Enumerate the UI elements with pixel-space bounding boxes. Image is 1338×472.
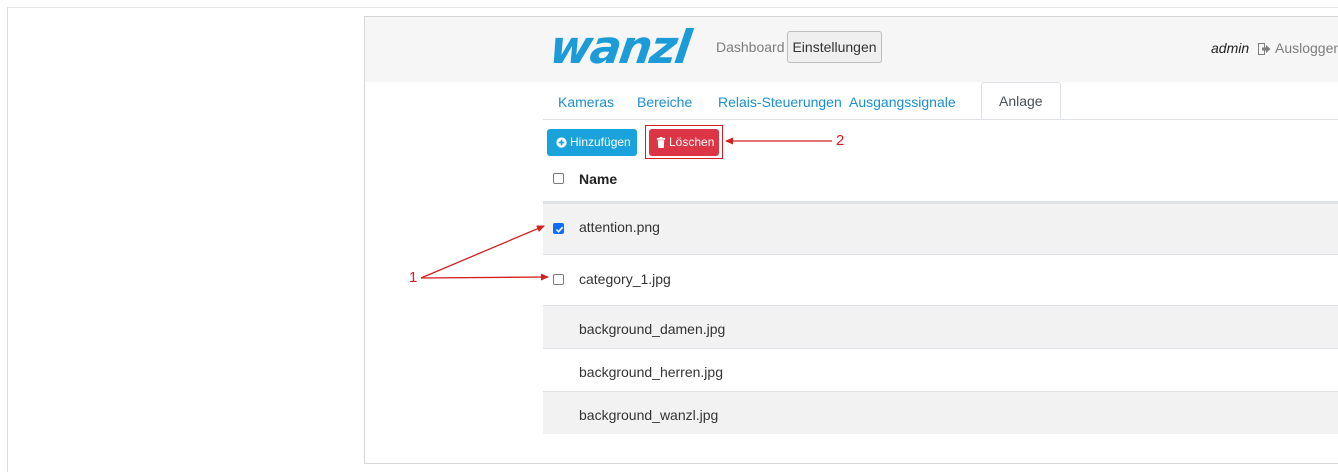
annotation-label-2: 2 bbox=[836, 132, 845, 149]
annotation-label-1: 1 bbox=[409, 269, 418, 286]
annotation-arrows bbox=[420, 137, 832, 281]
annotation-arrow-1b bbox=[420, 273, 549, 281]
annotation-arrow-1a bbox=[420, 225, 545, 279]
